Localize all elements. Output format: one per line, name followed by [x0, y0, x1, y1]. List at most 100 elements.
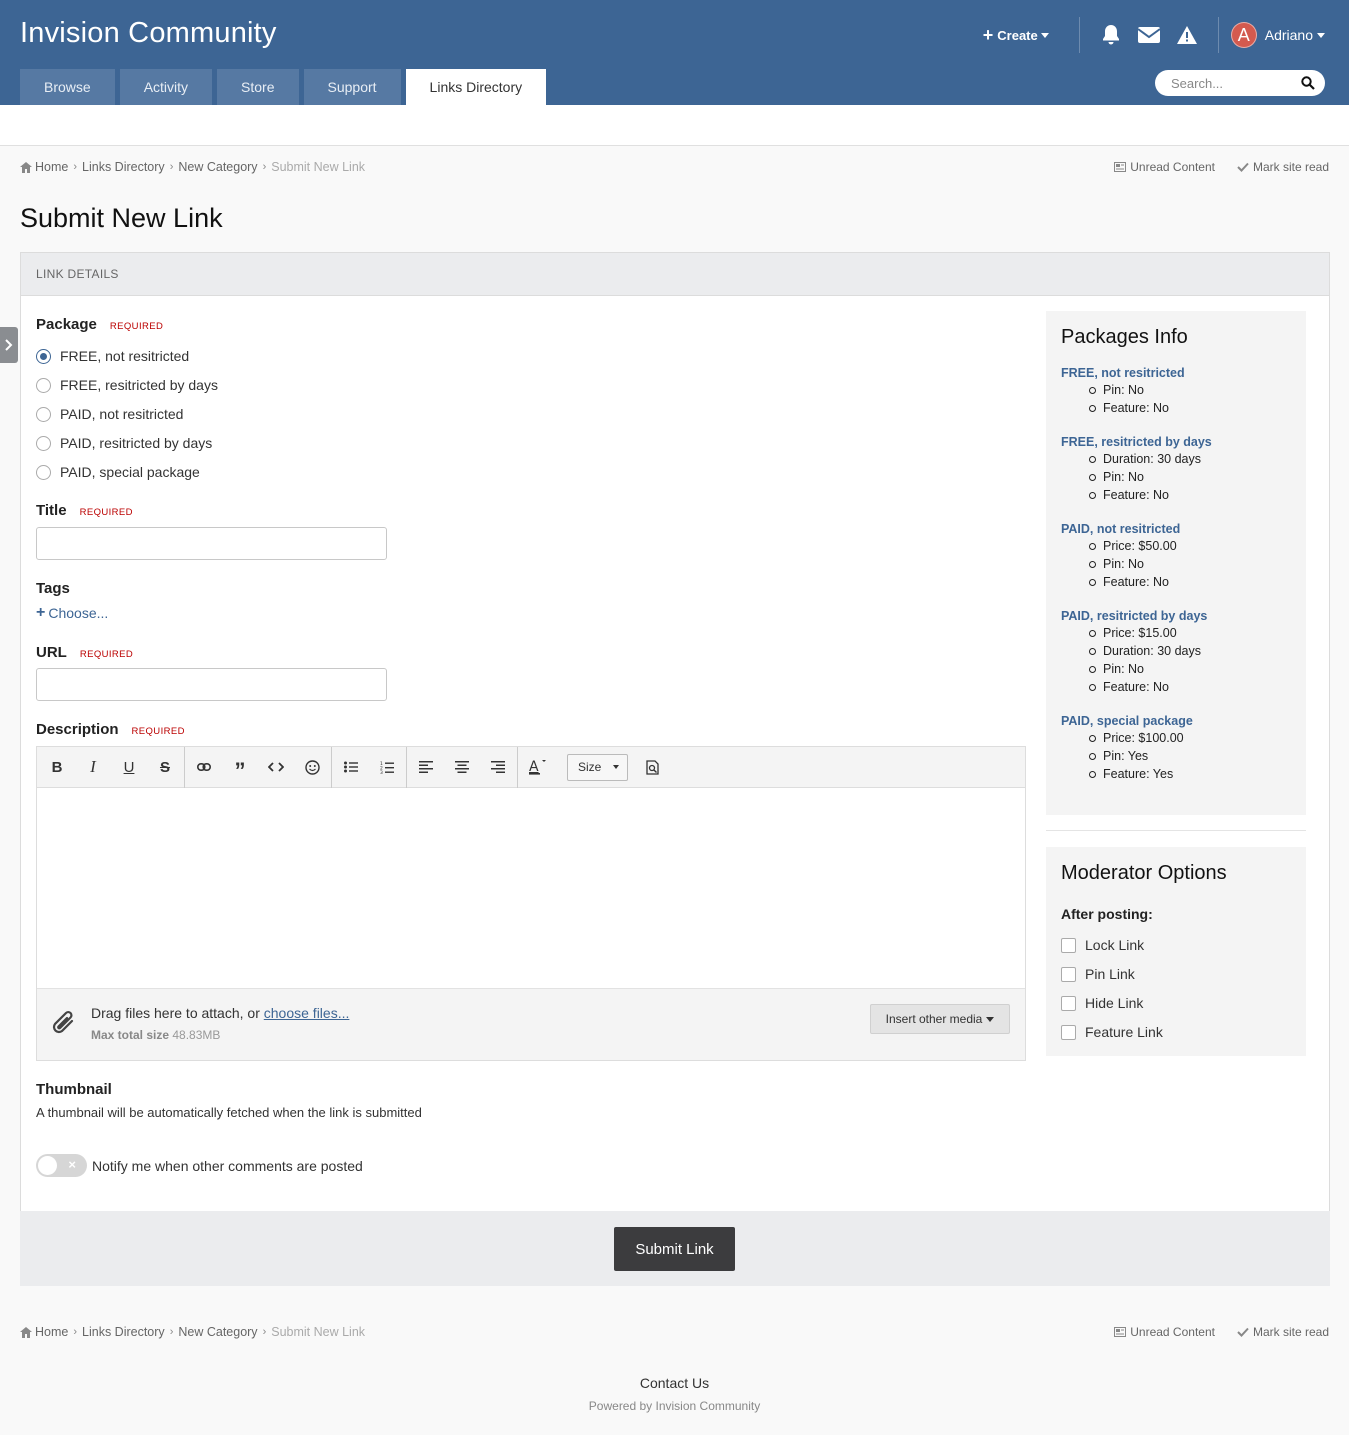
powered-by[interactable]: Powered by Invision Community: [0, 1399, 1349, 1413]
notify-toggle[interactable]: ×: [36, 1154, 87, 1177]
home-icon: [20, 1326, 32, 1338]
sidebar-toggle[interactable]: [0, 327, 18, 363]
page-title: Submit New Link: [20, 203, 223, 233]
link-icon[interactable]: [186, 747, 222, 788]
checkbox[interactable]: [1061, 1024, 1076, 1040]
align-right-icon[interactable]: [480, 747, 516, 788]
breadcrumb-new-category[interactable]: New Category: [178, 1325, 257, 1339]
tab-support[interactable]: Support: [303, 69, 401, 105]
unread-content-link[interactable]: Unread Content: [1114, 1325, 1215, 1339]
breadcrumb-home[interactable]: Home: [35, 1325, 68, 1339]
underline-icon[interactable]: U: [111, 747, 147, 788]
paperclip-icon: [52, 1010, 74, 1034]
contact-us-link[interactable]: Contact Us: [0, 1375, 1349, 1391]
strikethrough-icon[interactable]: S: [147, 747, 183, 788]
max-size-value: 48.83MB: [172, 1028, 221, 1042]
envelope-icon[interactable]: [1136, 22, 1162, 48]
breadcrumb-actions-bottom: Unread Content Mark site read: [1092, 1325, 1329, 1339]
breadcrumb-new-category[interactable]: New Category: [178, 160, 257, 174]
package-option-3[interactable]: PAID, resitricted by days: [36, 435, 212, 451]
breadcrumb-links-directory[interactable]: Links Directory: [82, 160, 165, 174]
package-detail: Pin: No: [1089, 660, 1207, 678]
unread-content-link[interactable]: Unread Content: [1114, 160, 1215, 174]
bullet-list-icon[interactable]: [333, 747, 369, 788]
insert-other-media-button[interactable]: Insert other media: [870, 1004, 1010, 1034]
breadcrumb-home[interactable]: Home: [35, 160, 68, 174]
editor-content-area[interactable]: [37, 788, 1025, 988]
tab-browse[interactable]: Browse: [20, 69, 115, 105]
check-icon: [1237, 162, 1249, 172]
caret-down-icon: [1040, 32, 1049, 38]
url-input[interactable]: [36, 668, 387, 701]
package-option-label: FREE, not resitricted: [60, 348, 190, 364]
newspaper-icon: [1114, 1327, 1127, 1337]
unread-content-label: Unread Content: [1130, 1325, 1215, 1339]
align-center-icon[interactable]: [444, 747, 480, 788]
caret-down-icon[interactable]: [1317, 32, 1325, 38]
mark-site-read-link[interactable]: Mark site read: [1237, 160, 1329, 174]
mod-option-hide[interactable]: Hide Link: [1061, 995, 1143, 1011]
packages-info-title: Packages Info: [1061, 326, 1188, 348]
tab-links-directory[interactable]: Links Directory: [405, 69, 547, 105]
package-option-1[interactable]: FREE, resitricted by days: [36, 377, 218, 393]
mod-option-lock[interactable]: Lock Link: [1061, 937, 1144, 953]
package-option-label: PAID, special package: [60, 464, 200, 480]
mod-option-pin[interactable]: Pin Link: [1061, 966, 1135, 982]
tags-label: Tags: [36, 580, 70, 597]
bell-icon[interactable]: [1098, 22, 1124, 48]
package-option-0[interactable]: FREE, not resitricted: [36, 348, 189, 364]
font-size-dropdown[interactable]: Size: [567, 753, 628, 781]
code-icon[interactable]: [258, 747, 294, 788]
title-input[interactable]: [36, 527, 387, 560]
required-badge: REQUIRED: [79, 649, 134, 660]
breadcrumb-links-directory[interactable]: Links Directory: [82, 1325, 165, 1339]
numbered-list-icon[interactable]: 123: [369, 747, 405, 788]
radio-button[interactable]: [36, 348, 51, 364]
bold-icon[interactable]: B: [39, 747, 75, 788]
tags-choose-link[interactable]: + Choose...: [36, 604, 108, 622]
avatar[interactable]: A: [1230, 22, 1257, 48]
align-left-icon[interactable]: [408, 747, 444, 788]
italic-icon[interactable]: I: [75, 747, 111, 788]
site-logo[interactable]: Invision Community: [20, 17, 277, 50]
package-name[interactable]: PAID, not resitricted: [1061, 522, 1180, 536]
warning-icon[interactable]: [1174, 22, 1200, 48]
preview-icon[interactable]: [640, 747, 666, 788]
checkbox[interactable]: [1061, 966, 1076, 982]
tab-activity[interactable]: Activity: [119, 69, 213, 105]
package-info: FREE, not resitricted Pin: No Feature: N…: [1061, 366, 1185, 417]
chevron-right-icon: ›: [73, 1326, 78, 1338]
package-option-4[interactable]: PAID, special package: [36, 464, 200, 480]
package-name[interactable]: FREE, resitricted by days: [1061, 435, 1212, 449]
radio-button[interactable]: [36, 377, 51, 393]
text-color-icon[interactable]: A: [519, 747, 555, 788]
username[interactable]: Adriano: [1265, 27, 1313, 43]
radio-button[interactable]: [36, 406, 51, 422]
submit-link-button[interactable]: Submit Link: [614, 1227, 735, 1271]
emoji-icon[interactable]: [294, 747, 330, 788]
notify-toggle-row: × Notify me when other comments are post…: [36, 1154, 363, 1177]
checkbox[interactable]: [1061, 937, 1076, 953]
checkbox[interactable]: [1061, 995, 1076, 1011]
max-size-info: Max total size 48.83MB: [91, 1028, 220, 1042]
quote-icon[interactable]: ”: [222, 747, 258, 788]
package-info: FREE, resitricted by days Duration: 30 d…: [1061, 435, 1212, 504]
chevron-right-icon: ›: [169, 161, 174, 173]
package-name[interactable]: FREE, not resitricted: [1061, 366, 1185, 380]
attachment-area[interactable]: Drag files here to attach, or choose fil…: [37, 988, 1025, 1060]
mod-option-label: Lock Link: [1085, 937, 1145, 953]
create-button[interactable]: + Create: [983, 25, 1049, 46]
package-info: PAID, special package Price: $100.00 Pin…: [1061, 714, 1193, 783]
mark-site-read-link[interactable]: Mark site read: [1237, 1325, 1329, 1339]
radio-button[interactable]: [36, 435, 51, 451]
choose-files-link[interactable]: choose files...: [264, 1005, 350, 1021]
package-option-2[interactable]: PAID, not resitricted: [36, 406, 183, 422]
package-name[interactable]: PAID, special package: [1061, 714, 1193, 728]
tab-store[interactable]: Store: [217, 69, 299, 105]
mod-option-feature[interactable]: Feature Link: [1061, 1024, 1163, 1040]
search-input[interactable]: Search...: [1155, 70, 1325, 96]
search-icon[interactable]: [1301, 76, 1315, 90]
svg-text:A: A: [529, 759, 539, 775]
radio-button[interactable]: [36, 464, 51, 480]
package-name[interactable]: PAID, resitricted by days: [1061, 609, 1207, 623]
